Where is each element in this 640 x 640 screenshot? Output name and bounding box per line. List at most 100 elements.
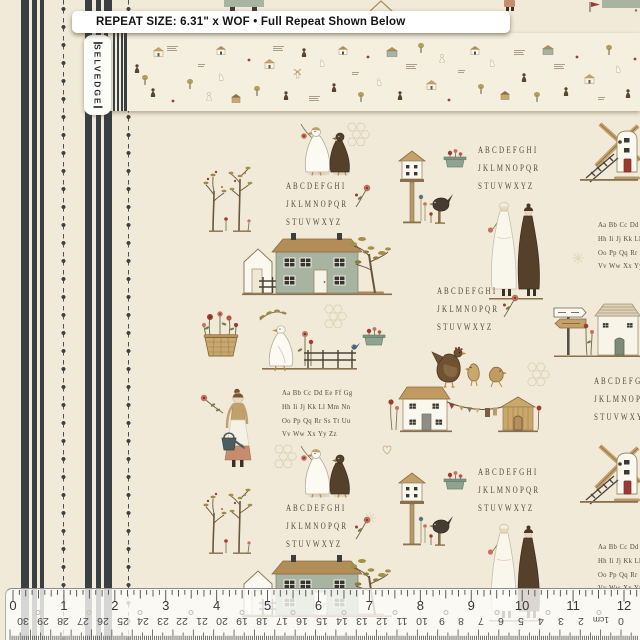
preview-motif-fw	[439, 50, 445, 68]
preview-motif-hs	[385, 44, 399, 62]
ruler-cm-label: 14	[336, 615, 348, 627]
preview-motif-dt	[247, 49, 251, 67]
ruler-cm-label: 3	[558, 615, 564, 627]
starburst-decoration	[570, 250, 586, 266]
preview-motif-dt	[447, 89, 451, 107]
alphabet-line: Oo Pp Qq Rr Ss Tt Uu	[598, 568, 640, 582]
ruler-cm-label: 10	[416, 615, 428, 627]
preview-motif-tr	[605, 42, 613, 60]
preview-motif-tr	[477, 81, 485, 99]
alphabet-line: Vv Ww Xx Yy Zz	[598, 259, 640, 273]
cut-flag-roof	[584, 0, 640, 12]
ruler-inch-label: 6	[315, 598, 322, 613]
preview-motif-fg	[301, 44, 307, 62]
preview-motif-ml	[293, 66, 302, 84]
ruler-inch-label: 3	[162, 598, 169, 613]
ruler-cm-label: 28	[57, 615, 69, 627]
farmhouse-scene-motif	[238, 228, 398, 298]
ruler-inch-label: 4	[213, 598, 220, 613]
preview-selvedge-stripe	[117, 33, 120, 111]
preview-motif-dt	[633, 48, 637, 66]
alphabet-line: J K L M N O P Q R	[478, 482, 539, 500]
preview-motif-fw	[206, 88, 212, 106]
preview-motif-tr	[141, 72, 149, 90]
hen-chicks-motif	[430, 344, 510, 388]
ruler-inch-label: 11	[566, 598, 580, 613]
alphabet-line: S T U V W X Y Z	[594, 409, 640, 427]
preview-motif-hw	[469, 42, 481, 60]
watering-woman-motif	[196, 386, 256, 476]
preview-motif-tr	[186, 76, 194, 94]
alphabet-line: Hh Ii Jj Kk Ll Mm Nn	[282, 400, 353, 414]
ruler-cm-label: 8	[459, 615, 465, 627]
alphabet-line: S T U V W X Y Z	[437, 319, 498, 337]
ruler-half-inch-mark	[189, 610, 194, 615]
ruler-cm-label: 24	[137, 615, 149, 627]
ruler-cm-label: 25	[117, 615, 129, 627]
heart-decoration	[381, 444, 393, 456]
ruler-inch-label: 7	[366, 598, 373, 613]
preview-motif-ts	[197, 56, 206, 74]
ruler-inch-label: 10	[515, 598, 529, 613]
planter-motif	[362, 326, 386, 346]
preview-motif-h2	[499, 87, 511, 105]
goose-pair-motif	[293, 116, 355, 176]
birdhouse-motif	[397, 471, 427, 547]
windmill-motif	[580, 126, 640, 188]
preview-selvedge-stripe	[121, 33, 123, 111]
ruler-cm-label: 0	[618, 615, 624, 627]
preview-motif-fg	[331, 79, 337, 97]
preview-motif-gs	[319, 54, 326, 72]
flower-basket-motif	[196, 310, 246, 368]
alphabet-line: A B C D E F G H I	[478, 464, 539, 482]
alphabet-block-uppercase: A B C D E F G H I J K L M N O P Q R S T …	[286, 500, 347, 554]
ruler-cm-label: 5	[518, 615, 524, 627]
preview-motif-tx	[308, 90, 321, 108]
ruler: 0123456789101112302928272625242322212019…	[5, 588, 640, 640]
preview-motif-hw	[337, 42, 349, 60]
preview-motif-tx	[553, 58, 566, 76]
ruler-cm-label: 9	[439, 615, 445, 627]
alphabet-line: S T U V W X Y Z	[286, 214, 347, 232]
full-repeat-preview-strip	[108, 33, 640, 111]
preview-motif-fg	[283, 87, 289, 105]
ruler-cm-label: 1cm	[593, 615, 609, 625]
preview-motif-tx	[405, 58, 418, 76]
alphabet-line: S T U V W X Y Z	[478, 178, 539, 196]
alphabet-line: J K L M N O P Q R	[478, 160, 539, 178]
trees-flowers-motif	[201, 479, 256, 557]
crow-on-post-motif	[427, 511, 453, 547]
ruler-cm-label: 30	[17, 615, 29, 627]
preview-motif-ht	[583, 71, 596, 89]
ruler-cm-label: 26	[97, 615, 109, 627]
ruler-cm-label: 27	[77, 615, 89, 627]
alphabet-line: Oo Pp Qq Rr Ss Tt Uu	[598, 246, 640, 260]
preview-motif-dt	[171, 90, 175, 108]
flower-sprig	[500, 292, 520, 318]
preview-motif-h2	[230, 90, 242, 108]
preview-motif-tx	[272, 40, 285, 58]
preview-motif-fg	[134, 60, 140, 78]
alphabet-line: J K L M N O P Q R	[594, 391, 640, 409]
ruler-cm-label: 12	[376, 615, 388, 627]
trees-flowers-motif	[201, 157, 256, 235]
alphabet-block-uppercase-clipped: A B C D E F G H I J K L M N O P Q R S T …	[594, 373, 640, 427]
ruler-cm-label: 20	[216, 615, 228, 627]
selvedge-stripe	[32, 0, 37, 640]
selvedge-stripe	[40, 0, 44, 640]
flower-sprig	[352, 182, 372, 208]
alphabet-block-lowercase: Aa Bb Cc Dd Ee Ff Gg Hh Ii Jj Kk Ll Mm N…	[282, 386, 353, 441]
preview-motif-dt	[575, 46, 579, 64]
signpost-house-motif	[552, 302, 640, 360]
ruler-cm-label: 22	[177, 615, 189, 627]
alphabet-block-uppercase: A B C D E F G H I J K L M N O P Q R S T …	[478, 464, 539, 518]
birdhouse-motif	[397, 149, 427, 225]
fabric-swatch-image: A B C D E F G H I J K L M N O P Q R S T …	[0, 0, 640, 640]
alphabet-line: Oo Pp Qq Rr Ss Tt Uu	[282, 414, 353, 428]
ruler-inch-label: 9	[468, 598, 475, 613]
alphabet-line: Aa Bb Cc Dd Ee Ff Gg	[598, 540, 640, 554]
laundry-scene-motif	[388, 386, 544, 442]
alphabet-block-lowercase-clipped: Aa Bb Cc Dd Ee Ff Gg Hh Ii Jj Kk Ll Mm N…	[598, 218, 640, 273]
ruler-cm-label: 29	[37, 615, 49, 627]
alphabet-line: Hh Ii Jj Kk Ll Mm Nn	[598, 232, 640, 246]
